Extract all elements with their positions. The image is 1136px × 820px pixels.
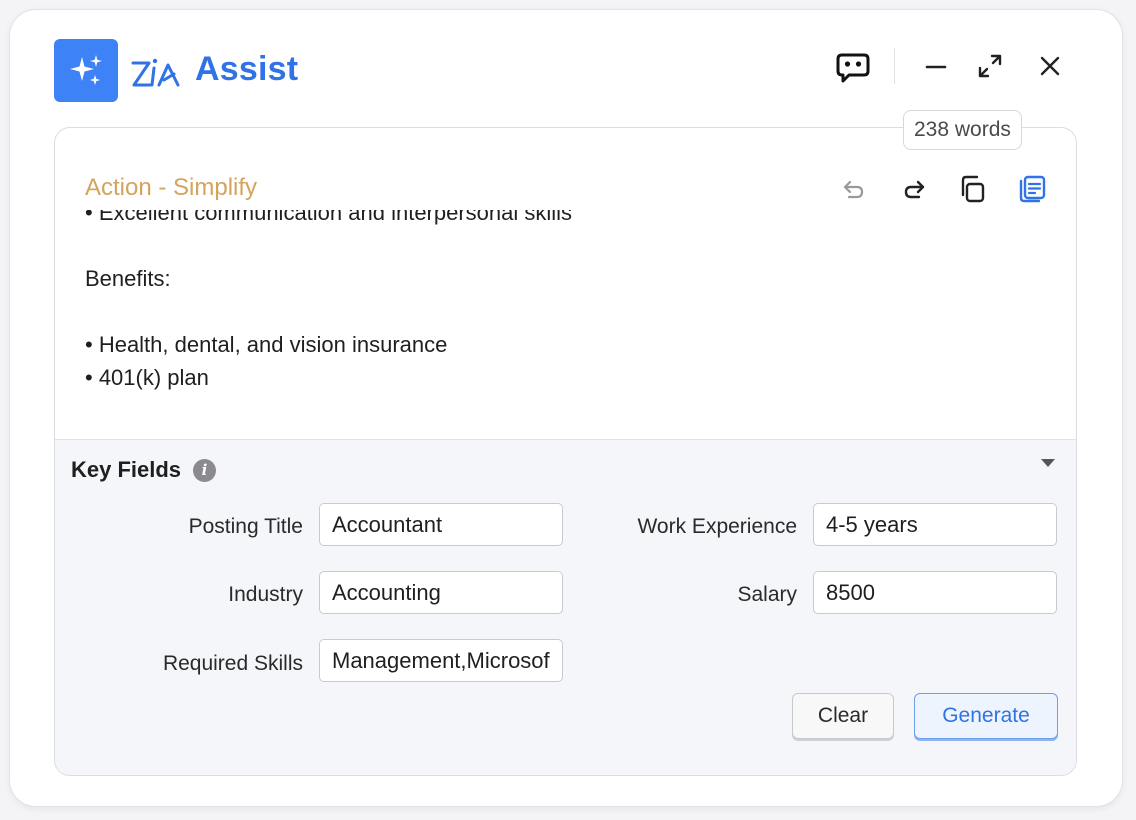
content-line: • Health, dental, and vision insurance — [85, 332, 448, 357]
sparkles-icon — [54, 39, 118, 102]
content-line: • 401(k) plan — [85, 365, 209, 390]
posting-title-input[interactable] — [319, 503, 563, 546]
content-line — [85, 229, 1045, 262]
info-icon[interactable]: i — [193, 459, 216, 482]
work-experience-input[interactable] — [813, 503, 1057, 546]
industry-input[interactable] — [319, 571, 563, 614]
posting-title-label: Posting Title — [188, 515, 303, 538]
required-skills-label: Required Skills — [162, 652, 303, 675]
generate-button[interactable]: Generate — [914, 693, 1058, 739]
app-title: Assist — [195, 50, 299, 88]
content-line — [85, 295, 1045, 328]
clear-button[interactable]: Clear — [792, 693, 894, 739]
header-divider — [894, 48, 895, 84]
action-label: Action - Simplify — [85, 174, 258, 201]
undo-icon[interactable] — [837, 172, 871, 206]
salary-input[interactable] — [813, 571, 1057, 614]
minimize-icon[interactable] — [920, 50, 952, 82]
work-experience-label: Work Experience — [637, 515, 797, 538]
key-fields-panel: Key Fields i Posting Title Industry Requ… — [55, 439, 1076, 775]
document-icon[interactable] — [1015, 172, 1049, 206]
zia-logo-icon — [131, 58, 180, 87]
result-card: Action - Simplify • Excellent communicat… — [54, 127, 1077, 776]
caret-down-icon[interactable] — [1039, 456, 1057, 470]
industry-label: Industry — [228, 583, 303, 606]
expand-icon[interactable] — [974, 50, 1006, 82]
content-line: • Excellent communication and interperso… — [85, 210, 573, 225]
chat-bot-icon[interactable] — [832, 47, 874, 87]
close-icon[interactable] — [1034, 50, 1066, 82]
word-count-tooltip: 238 words — [903, 110, 1022, 150]
copy-icon[interactable] — [955, 172, 989, 206]
salary-label: Salary — [737, 583, 797, 606]
generated-content[interactable]: • Excellent communication and interperso… — [85, 210, 1045, 440]
redo-icon[interactable] — [897, 172, 931, 206]
required-skills-input[interactable] — [319, 639, 563, 682]
content-line: Benefits: — [85, 266, 171, 291]
zia-assist-window: Assist Action - Simplify • Excellent com… — [10, 10, 1122, 806]
key-fields-title: Key Fields — [71, 457, 182, 482]
